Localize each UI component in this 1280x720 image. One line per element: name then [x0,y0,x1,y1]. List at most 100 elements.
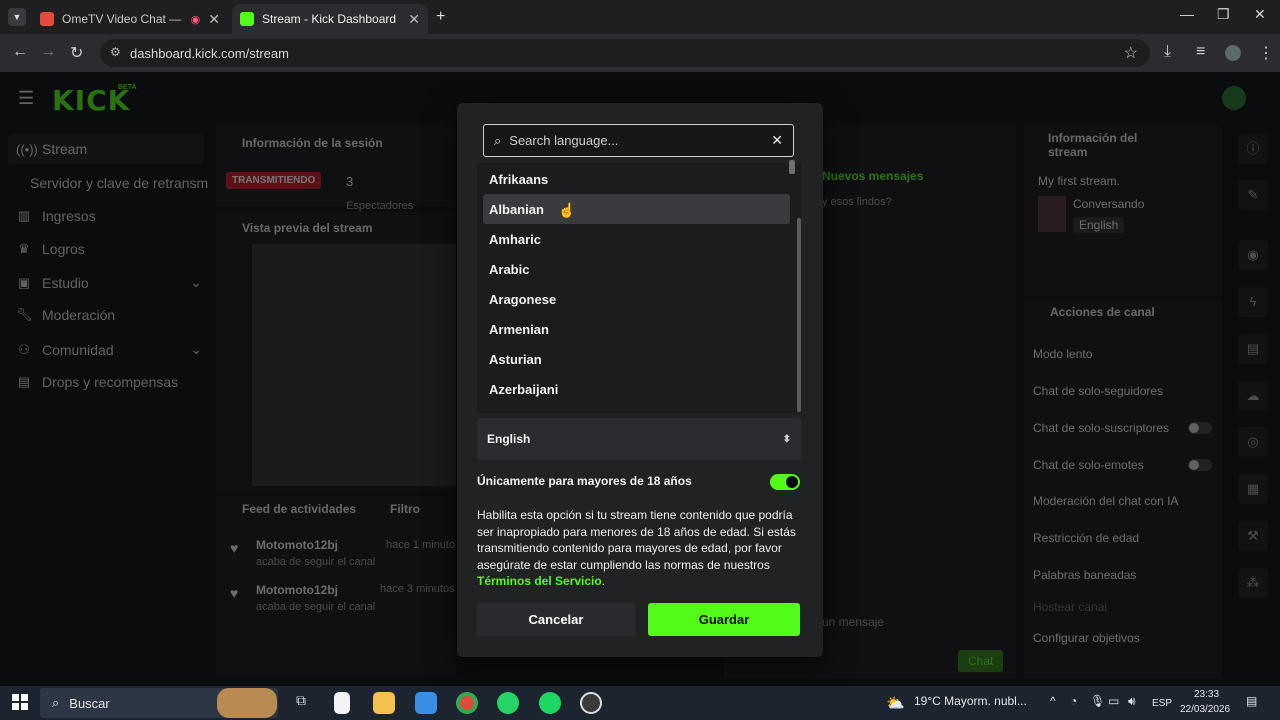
nav-server-key[interactable]: Servidor y clave de retransm [30,175,208,191]
edit-icon[interactable]: ✎ [1238,180,1268,210]
language-option[interactable]: Arabic [483,254,790,284]
new-messages-label[interactable]: Nuevos mensajes [822,169,923,183]
selected-language: English [487,432,531,446]
info-icon[interactable]: ⓘ [1238,134,1268,164]
action-emotes-only[interactable]: Chat de solo-emotes [1033,458,1144,472]
feed-filter[interactable]: Filtro [390,502,420,516]
chat-bubble-icon[interactable]: ☁ [1238,381,1268,411]
address-bar[interactable]: ⚙ dashboard.kick.com/stream ☆ [100,39,1150,67]
action-slow-mode[interactable]: Modo lento [1033,347,1092,361]
chart-icon: ▤ [17,374,31,389]
user-avatar[interactable] [1222,86,1246,110]
store-icon[interactable] [415,692,437,714]
stream-preview-video[interactable] [252,244,456,486]
mic-icon[interactable]: 🎙︎ [1090,694,1105,708]
language-option[interactable]: Albanian [483,194,790,224]
tab-ometv[interactable]: OmeTV Video Chat — Om ◉ ✕ [32,4,228,34]
layout-icon[interactable]: ▦ [1238,474,1268,504]
language-option[interactable]: Aragonese [483,284,790,314]
media-icon[interactable]: ≡ [1196,43,1205,61]
feed-user[interactable]: Motomoto12bj [256,583,338,597]
action-age-restriction[interactable]: Restricción de edad [1033,531,1139,545]
tab-kick-dashboard[interactable]: Stream - Kick Dashboard ✕ [232,4,428,34]
language-search-input[interactable] [509,133,764,148]
tab-list-button[interactable]: ▼ [8,8,26,26]
obs-icon[interactable] [580,692,602,714]
file-explorer-icon[interactable] [373,692,395,714]
close-tab-icon[interactable]: ✕ [408,11,420,28]
whatsapp-icon[interactable] [497,692,519,714]
action-goals[interactable]: Configurar objetivos [1033,631,1140,645]
site-info-icon[interactable]: ⚙ [110,45,121,59]
nav-drops[interactable]: ▤ Drops y recompensas [16,374,178,390]
nav-comunidad[interactable]: ⚇ Comunidad ⌄ [16,341,202,358]
profile-avatar[interactable] [1225,45,1241,61]
clear-search-icon[interactable]: ✕ [771,132,783,149]
adult-only-toggle[interactable] [770,474,800,490]
camera-icon[interactable]: ◉ [1238,240,1268,270]
new-tab-button[interactable]: + [436,8,445,26]
spotify-icon[interactable] [539,692,561,714]
speaker-icon[interactable]: 🔊︎ [1128,694,1136,709]
language-search-box[interactable]: ⌕ ✕ [483,124,794,157]
apps-icon[interactable]: ⁂ [1238,568,1268,598]
chat-send-button[interactable]: Chat [958,650,1004,672]
back-icon[interactable]: ← [12,43,28,61]
chevron-down-icon: ⌄ [190,341,202,357]
clock-date[interactable]: 22/03/2026 [1180,704,1230,715]
maximize-icon[interactable]: ❐ [1217,6,1230,23]
weather-text[interactable]: 19°C Mayorm. nubl... [914,694,1027,708]
feed-user[interactable]: Motomoto12bj [256,538,338,552]
notifications-icon[interactable]: ▤ [1246,694,1257,708]
nav-ingresos[interactable]: ▥ Ingresos [16,208,96,224]
browser-menu-icon[interactable]: ⋮ [1258,43,1274,63]
menu-icon[interactable]: ☰ [18,88,34,109]
language-option[interactable]: Azerbaijani [483,374,790,404]
nav-moderacion[interactable]: 🔧︎ Moderación [16,307,115,323]
document-icon[interactable]: ▤ [1238,334,1268,364]
cancel-button[interactable]: Cancelar [477,603,635,636]
action-host-channel[interactable]: Hostear canal [1033,600,1107,614]
trophy-icon: ♛ [18,241,30,256]
file-icon[interactable] [334,692,350,714]
terms-link[interactable]: Términos del Servicio [477,574,602,588]
language-option[interactable]: Asturian [483,344,790,374]
live-status-badge: TRANSMITIENDO [226,172,322,189]
emotes-only-toggle[interactable] [1188,459,1212,471]
tray-chevron-icon[interactable]: ^ [1050,694,1056,708]
wrench-icon[interactable]: ⚒ [1238,521,1268,551]
clock-time[interactable]: 23:33 [1194,689,1219,700]
language-option[interactable]: Amharic [483,224,790,254]
save-button[interactable]: Guardar [648,603,800,636]
action-ai-moderation[interactable]: Moderación del chat con IA [1033,494,1178,508]
nav-estudio[interactable]: ▣ Estudio ⌄ [16,274,202,291]
language-select[interactable]: English ⬍ [477,418,801,460]
task-view-icon[interactable]: ⧉ [290,692,312,714]
bookmark-star-icon[interactable]: ☆ [1124,43,1138,63]
language-option[interactable]: Afrikaans [483,164,790,194]
keyboard-language[interactable]: ESP [1152,698,1172,709]
action-banned-words[interactable]: Palabras baneadas [1033,568,1136,582]
lightning-icon[interactable]: ϟ [1238,287,1268,317]
chat-input[interactable]: un mensaje [822,615,884,629]
close-tab-icon[interactable]: ✕ [208,11,220,28]
broadcast-icon[interactable]: ◎ [1238,427,1268,457]
chevron-down-icon: ⌄ [190,274,202,290]
reload-icon[interactable]: ↻ [70,43,83,63]
weather-icon[interactable]: ⛅ [886,694,905,712]
windows-start-icon[interactable] [12,694,28,710]
nav-logros[interactable]: ♛ Logros [16,241,85,257]
language-list-scrollbar[interactable] [797,218,801,412]
action-subscribers-only[interactable]: Chat de solo-suscriptores [1033,421,1169,435]
forward-icon[interactable]: → [40,43,56,61]
subscribers-only-toggle[interactable] [1188,422,1212,434]
network-icon[interactable]: ▭ [1108,694,1119,708]
language-option[interactable]: Armenian [483,314,790,344]
minimize-icon[interactable]: — [1180,6,1194,22]
tray-app-icon[interactable]: ◔ [1070,694,1077,708]
chrome-icon[interactable] [456,692,478,714]
action-followers-only[interactable]: Chat de solo-seguidores [1033,384,1163,398]
nav-stream[interactable]: ((•)) Stream [16,141,87,157]
download-icon[interactable]: ⤓ [1164,43,1171,61]
window-close-icon[interactable]: ✕ [1254,6,1266,23]
